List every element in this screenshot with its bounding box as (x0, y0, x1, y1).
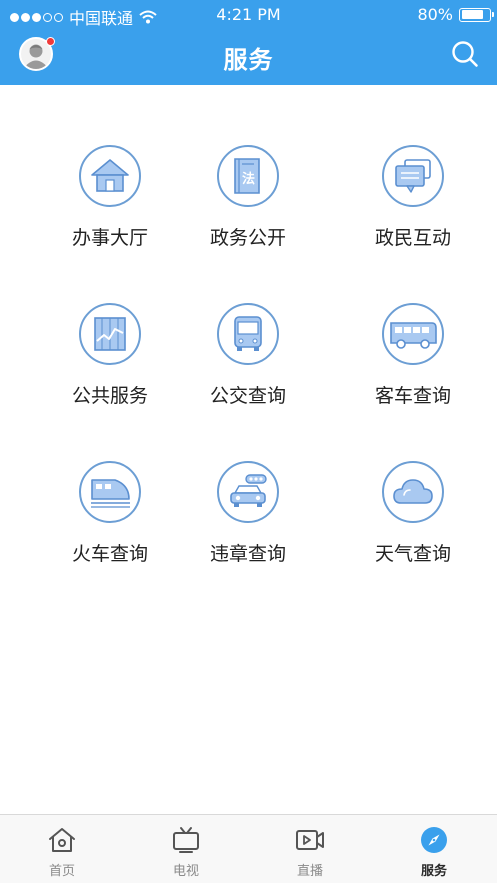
tv-icon (173, 827, 199, 853)
service-item[interactable]: 政民互动 (332, 145, 492, 275)
service-item[interactable]: 办事大厅 (29, 145, 189, 275)
service-label: 公交查询 (209, 385, 286, 407)
tab-label: 电视 (172, 864, 199, 879)
compass-icon (421, 827, 447, 853)
tab-label: 服务 (420, 864, 447, 879)
service-label: 客车查询 (374, 385, 451, 407)
service-item[interactable]: 客车查询 (332, 303, 492, 433)
tab-home[interactable]: 首页 (0, 815, 124, 883)
home-icon (49, 828, 75, 852)
battery-percent: 80% (417, 5, 453, 24)
chart-panel-icon (79, 303, 141, 365)
tab-label: 首页 (48, 864, 75, 879)
bus-front-icon (217, 303, 279, 365)
service-item[interactable]: 公共服务 (29, 303, 189, 433)
service-label: 天气查询 (374, 543, 451, 565)
bottom-tab-bar: 首页 电视 直播 服务 (0, 814, 497, 883)
train-icon (79, 461, 141, 523)
service-item[interactable]: 法 政务公开 (167, 145, 327, 275)
service-item[interactable]: 火车查询 (29, 461, 189, 591)
battery-icon (459, 7, 494, 22)
tab-label: 直播 (296, 864, 323, 879)
service-item[interactable]: 公交查询 (167, 303, 327, 433)
law-book-icon: 法 (217, 145, 279, 207)
chat-bubbles-icon (382, 145, 444, 207)
tab-service[interactable]: 服务 (372, 815, 496, 883)
law-book-text: 法 (242, 171, 255, 187)
app-header: 中国联通 4:21 PM 80% 服务 (0, 0, 497, 85)
status-bar: 中国联通 4:21 PM 80% (0, 0, 497, 30)
car-traffic-light-icon (217, 461, 279, 523)
search-icon[interactable] (450, 39, 480, 69)
service-label: 违章查询 (209, 543, 286, 565)
service-item[interactable]: 违章查询 (167, 461, 327, 591)
battery-status: 80% (417, 5, 494, 24)
tab-live[interactable]: 直播 (248, 815, 372, 883)
house-icon (79, 145, 141, 207)
coach-side-icon (382, 303, 444, 365)
service-item[interactable]: 天气查询 (332, 461, 492, 591)
service-label: 政民互动 (374, 227, 451, 249)
live-video-icon (296, 830, 324, 850)
page-title: 服务 (223, 46, 274, 74)
service-label: 政务公开 (209, 227, 286, 249)
cloud-icon (382, 461, 444, 523)
tab-tv[interactable]: 电视 (124, 815, 248, 883)
